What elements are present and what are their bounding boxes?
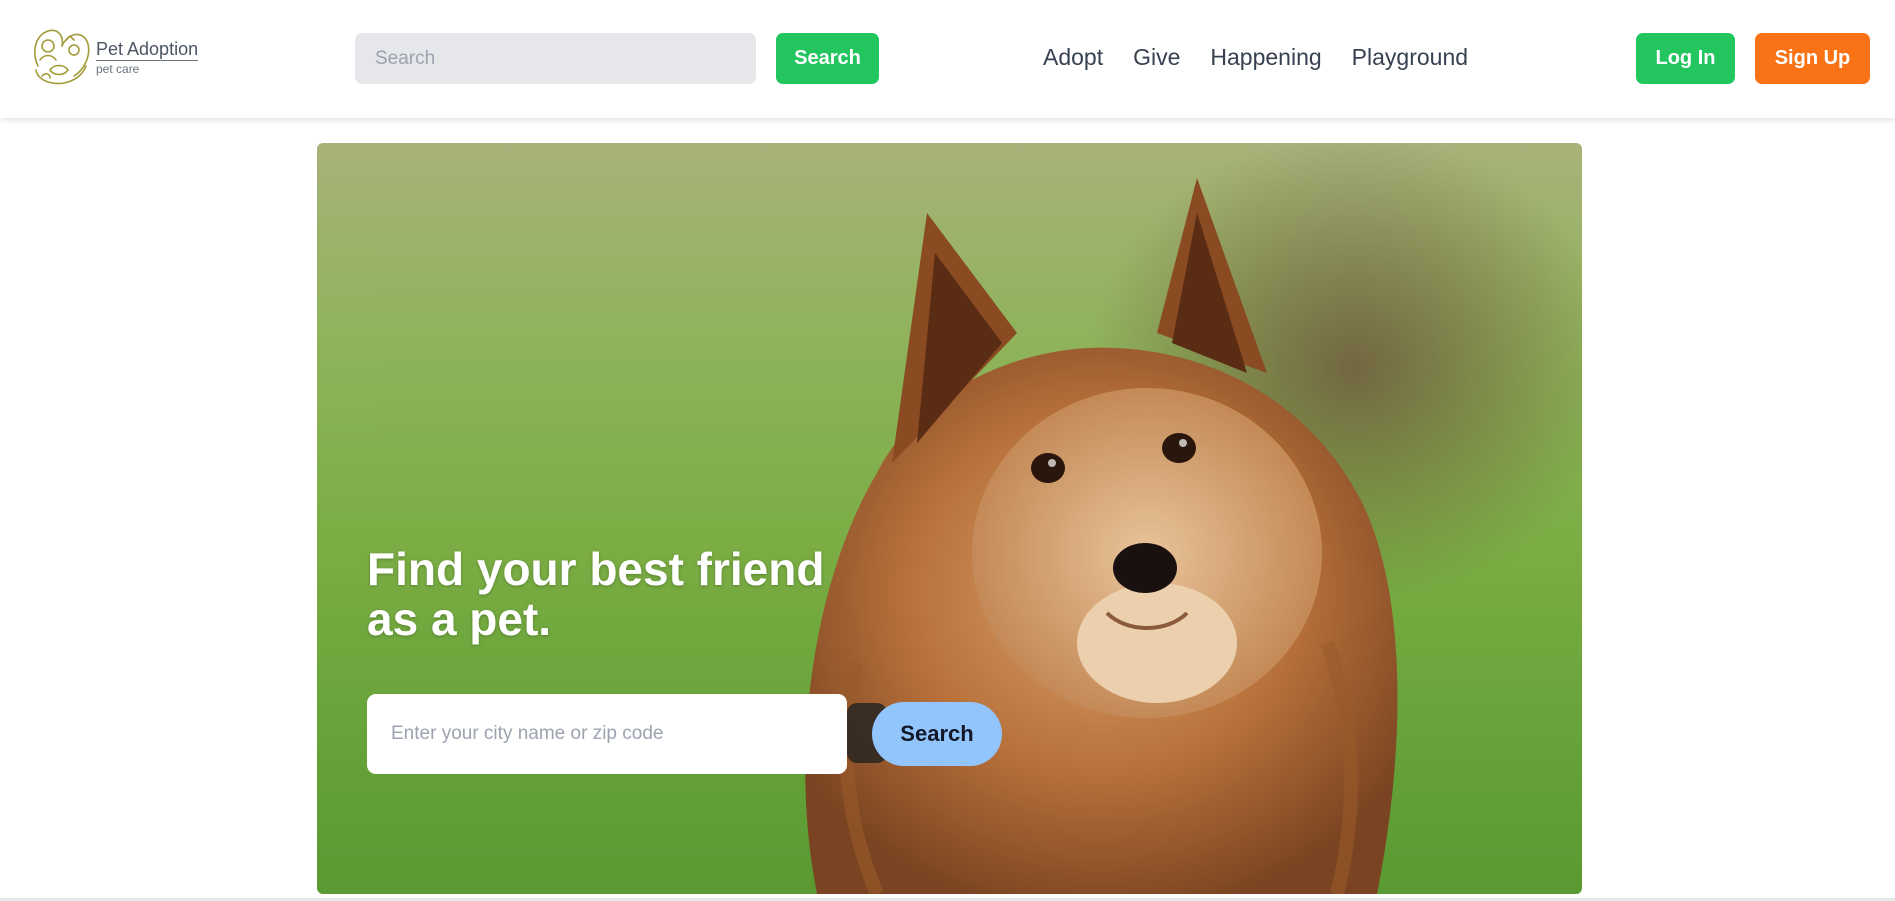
nav-item-playground[interactable]: Playground (1352, 44, 1468, 71)
hero-dog-image (317, 143, 1582, 894)
header-search-button[interactable]: Search (776, 33, 879, 84)
login-button[interactable]: Log In (1636, 33, 1735, 84)
logo-title: Pet Adoption (96, 38, 199, 61)
hero-banner: Find your best friend as a pet. Search (317, 143, 1582, 894)
main-nav: Adopt Give Happening Playground (1043, 44, 1468, 71)
hero-search-button[interactable]: Search (872, 702, 1002, 766)
header-search-input[interactable] (355, 33, 756, 84)
nav-item-adopt[interactable]: Adopt (1043, 44, 1103, 71)
location-search-input[interactable] (367, 694, 847, 774)
top-header: Pet Adoption pet care Search Adopt Give … (0, 0, 1895, 118)
nav-item-give[interactable]: Give (1133, 44, 1180, 71)
hero-title-line-2: as a pet. (367, 593, 552, 645)
site-logo[interactable]: Pet Adoption pet care (28, 26, 199, 88)
logo-text: Pet Adoption pet care (96, 38, 199, 76)
hero-title: Find your best friend as a pet. (367, 544, 887, 644)
logo-subtitle: pet care (96, 61, 140, 76)
pet-family-logo-icon (34, 29, 90, 85)
nav-item-happening[interactable]: Happening (1210, 44, 1321, 71)
signup-button[interactable]: Sign Up (1755, 33, 1870, 84)
hero-title-line-1: Find your best friend (367, 543, 825, 595)
